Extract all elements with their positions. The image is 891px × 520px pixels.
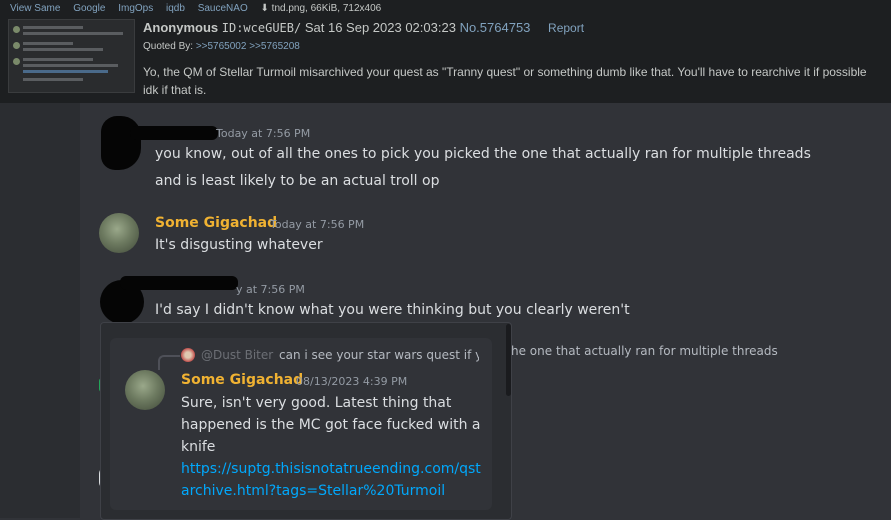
thumb-avatar bbox=[13, 26, 20, 33]
post-header: Anonymous ID:wceGUEB/ Sat 16 Sep 2023 02… bbox=[143, 20, 584, 35]
user-avatar[interactable] bbox=[125, 370, 165, 410]
reply-preview[interactable]: can i see your star wars quest if yo bbox=[279, 348, 479, 362]
reply-avatar bbox=[181, 348, 195, 362]
discord-sidebar-edge bbox=[0, 103, 80, 518]
background-message-text: he one that actually ran for multiple th… bbox=[511, 344, 778, 358]
google-link[interactable]: Google bbox=[73, 3, 105, 14]
thumb-line bbox=[23, 64, 118, 67]
quoted-by-label: Quoted By: bbox=[143, 41, 194, 52]
reply-mention[interactable]: @Dust Biter bbox=[201, 348, 273, 362]
user-avatar[interactable] bbox=[99, 213, 139, 253]
thumb-avatar bbox=[13, 58, 20, 65]
thumb-line bbox=[23, 32, 123, 35]
message-timestamp: Today at 7:56 PM bbox=[270, 218, 365, 231]
archived-post: View Same Google ImgOps iqdb SauceNAO ⬇ … bbox=[0, 0, 891, 103]
message-timestamp: y at 7:56 PM bbox=[236, 283, 305, 296]
post-number[interactable]: No.5764753 bbox=[460, 20, 531, 35]
quoted-by: Quoted By: >>5765002 >>5765208 bbox=[143, 41, 300, 52]
thumb-avatar bbox=[13, 42, 20, 49]
report-link[interactable]: Report bbox=[548, 21, 584, 35]
thumb-line bbox=[23, 70, 108, 73]
message-timestamp: 08/13/2023 4:39 PM bbox=[296, 375, 408, 388]
scrollbar[interactable] bbox=[506, 324, 511, 396]
message-text: you know, out of all the ones to pick yo… bbox=[155, 146, 811, 162]
view-same-link[interactable]: View Same bbox=[10, 3, 60, 14]
post-thumbnail[interactable] bbox=[8, 19, 135, 93]
archive-link[interactable]: https://suptg.thisisnotatrueending.com/q… bbox=[181, 458, 481, 502]
thumb-line bbox=[23, 48, 103, 51]
thumb-line bbox=[23, 78, 83, 81]
file-info[interactable]: ⬇ tnd.png, 66KiB, 712x406 bbox=[261, 3, 382, 14]
post-date: Sat 16 Sep 2023 02:03:23 bbox=[304, 20, 456, 35]
image-search-links: View Same Google ImgOps iqdb SauceNAO ⬇ … bbox=[10, 3, 391, 14]
redacted-username bbox=[130, 126, 218, 140]
redacted-avatar bbox=[101, 116, 141, 170]
thumb-line bbox=[23, 26, 83, 29]
embedded-message-text: Sure, isn't very good. Latest thing that… bbox=[181, 395, 481, 455]
message-username[interactable]: Some Gigachad bbox=[155, 215, 277, 231]
message-username[interactable]: Some Gigachad bbox=[181, 372, 303, 388]
quote-link[interactable]: >>5765002 bbox=[196, 41, 247, 52]
imgops-link[interactable]: ImgOps bbox=[118, 3, 153, 14]
message-text: and is least likely to be an actual trol… bbox=[155, 173, 440, 189]
saucenao-link[interactable]: SauceNAO bbox=[198, 3, 248, 14]
reply-connector bbox=[158, 355, 180, 370]
message-text: I'd say I didn't know what you were thin… bbox=[155, 302, 630, 318]
poster-id[interactable]: ID:wceGUEB/ bbox=[222, 21, 301, 35]
quote-link[interactable]: >>5765208 bbox=[249, 41, 300, 52]
thumb-line bbox=[23, 42, 73, 45]
thumb-line bbox=[23, 58, 93, 61]
post-body: Yo, the QM of Stellar Turmoil misarchive… bbox=[143, 65, 867, 97]
message-timestamp: Today at 7:56 PM bbox=[216, 127, 311, 140]
poster-name: Anonymous bbox=[143, 20, 219, 35]
message-text: It's disgusting whatever bbox=[155, 237, 323, 253]
iqdb-link[interactable]: iqdb bbox=[166, 3, 185, 14]
redacted-username bbox=[120, 276, 238, 290]
